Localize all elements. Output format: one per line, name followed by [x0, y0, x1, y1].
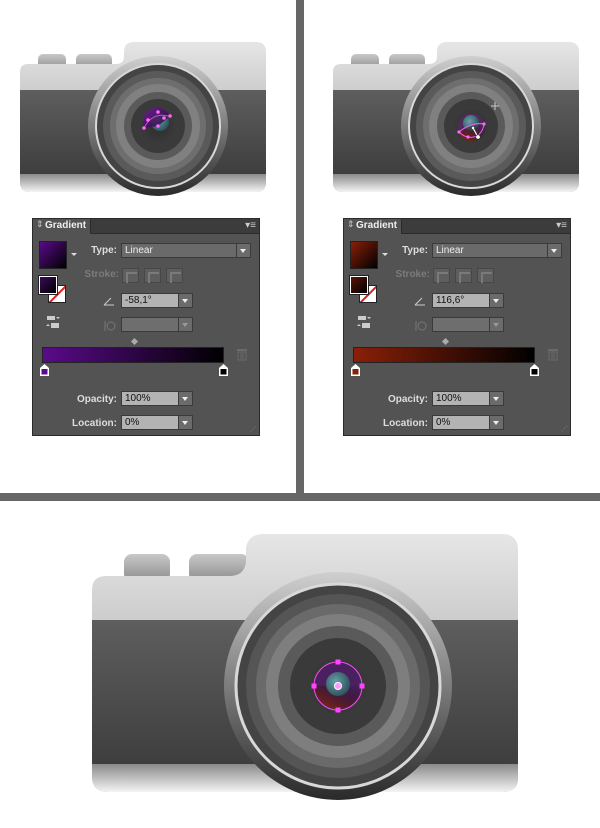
location-label: Location:: [383, 418, 428, 429]
stroke-label: Stroke:: [395, 269, 430, 280]
stroke-across-button: [166, 268, 183, 283]
type-label: Type:: [402, 245, 428, 256]
gradient-stop-right[interactable]: [530, 364, 539, 376]
fill-swatch[interactable]: [350, 276, 368, 294]
lens: [224, 572, 452, 800]
resize-grip-icon[interactable]: ⋰: [250, 425, 257, 433]
gradient-swatch[interactable]: [350, 241, 378, 269]
opacity-dropdown-button[interactable]: [178, 391, 193, 406]
gradient-midpoint-handle[interactable]: [441, 337, 450, 346]
angle-icon: [103, 297, 114, 306]
resize-grip-icon[interactable]: ⋰: [561, 425, 568, 433]
horizontal-divider: [0, 493, 600, 501]
panel-menu-icon[interactable]: ▾≡: [556, 220, 567, 231]
lens: [401, 56, 541, 196]
location-input[interactable]: 0%: [121, 415, 181, 430]
gradient-ramp[interactable]: [353, 347, 535, 363]
camera-step-2: [333, 42, 581, 198]
stroke-along-button: [144, 268, 161, 283]
gradient-stop-right[interactable]: [219, 364, 228, 376]
center-point-icon: [334, 682, 342, 690]
gradient-ramp[interactable]: [42, 347, 224, 363]
gradient-panel-step-1: ⇕ Gradient ▾≡ Type: Linear Stroke: -58,1…: [32, 218, 260, 436]
opacity-input[interactable]: 100%: [121, 391, 181, 406]
stroke-within-button: [433, 268, 450, 283]
location-input[interactable]: 0%: [432, 415, 492, 430]
stroke-across-button: [477, 268, 494, 283]
aspect-ratio-icon: [415, 321, 427, 331]
fill-swatch[interactable]: [39, 276, 57, 294]
type-label: Type:: [91, 245, 117, 256]
vertical-divider: [296, 0, 304, 496]
panel-tab-gradient[interactable]: ⇕ Gradient: [33, 219, 91, 234]
aspect-ratio-input: [432, 317, 492, 332]
aspect-dropdown-button: [178, 317, 193, 332]
lens: [88, 56, 228, 196]
type-dropdown-button[interactable]: [236, 243, 251, 258]
aspect-dropdown-button: [489, 317, 504, 332]
gradient-stop-left[interactable]: [40, 364, 49, 376]
aspect-ratio-icon: [104, 321, 116, 331]
panel-tab-gradient[interactable]: ⇕ Gradient: [344, 219, 402, 234]
gradient-stop-left[interactable]: [351, 364, 360, 376]
reverse-gradient-icon[interactable]: [45, 315, 61, 329]
updown-arrows-icon: ⇕: [347, 219, 355, 229]
camera-step-1: [20, 42, 268, 198]
opacity-dropdown-button[interactable]: [489, 391, 504, 406]
stroke-label: Stroke:: [84, 269, 119, 280]
angle-dropdown-button[interactable]: [489, 293, 504, 308]
camera-result: [92, 534, 522, 809]
gradient-panel-step-2: ⇕ Gradient ▾≡ Type: Linear Stroke: 116,6…: [343, 218, 571, 436]
delete-stop-icon[interactable]: [547, 348, 559, 361]
angle-input[interactable]: 116,6°: [432, 293, 492, 308]
angle-input[interactable]: -58,1°: [121, 293, 181, 308]
gradient-swatch[interactable]: [39, 241, 67, 269]
reverse-gradient-icon[interactable]: [356, 315, 372, 329]
type-select[interactable]: Linear: [121, 243, 241, 258]
angle-icon: [414, 297, 425, 306]
delete-stop-icon[interactable]: [236, 348, 248, 361]
opacity-input[interactable]: 100%: [432, 391, 492, 406]
type-dropdown-button[interactable]: [547, 243, 562, 258]
panel-menu-icon[interactable]: ▾≡: [245, 220, 256, 231]
location-dropdown-button[interactable]: [489, 415, 504, 430]
type-select[interactable]: Linear: [432, 243, 552, 258]
opacity-label: Opacity:: [387, 394, 428, 405]
opacity-label: Opacity:: [76, 394, 117, 405]
updown-arrows-icon: ⇕: [36, 219, 44, 229]
location-label: Location:: [72, 418, 117, 429]
aspect-ratio-input: [121, 317, 181, 332]
stroke-along-button: [455, 268, 472, 283]
angle-dropdown-button[interactable]: [178, 293, 193, 308]
stroke-within-button: [122, 268, 139, 283]
location-dropdown-button[interactable]: [178, 415, 193, 430]
gradient-midpoint-handle[interactable]: [130, 337, 139, 346]
